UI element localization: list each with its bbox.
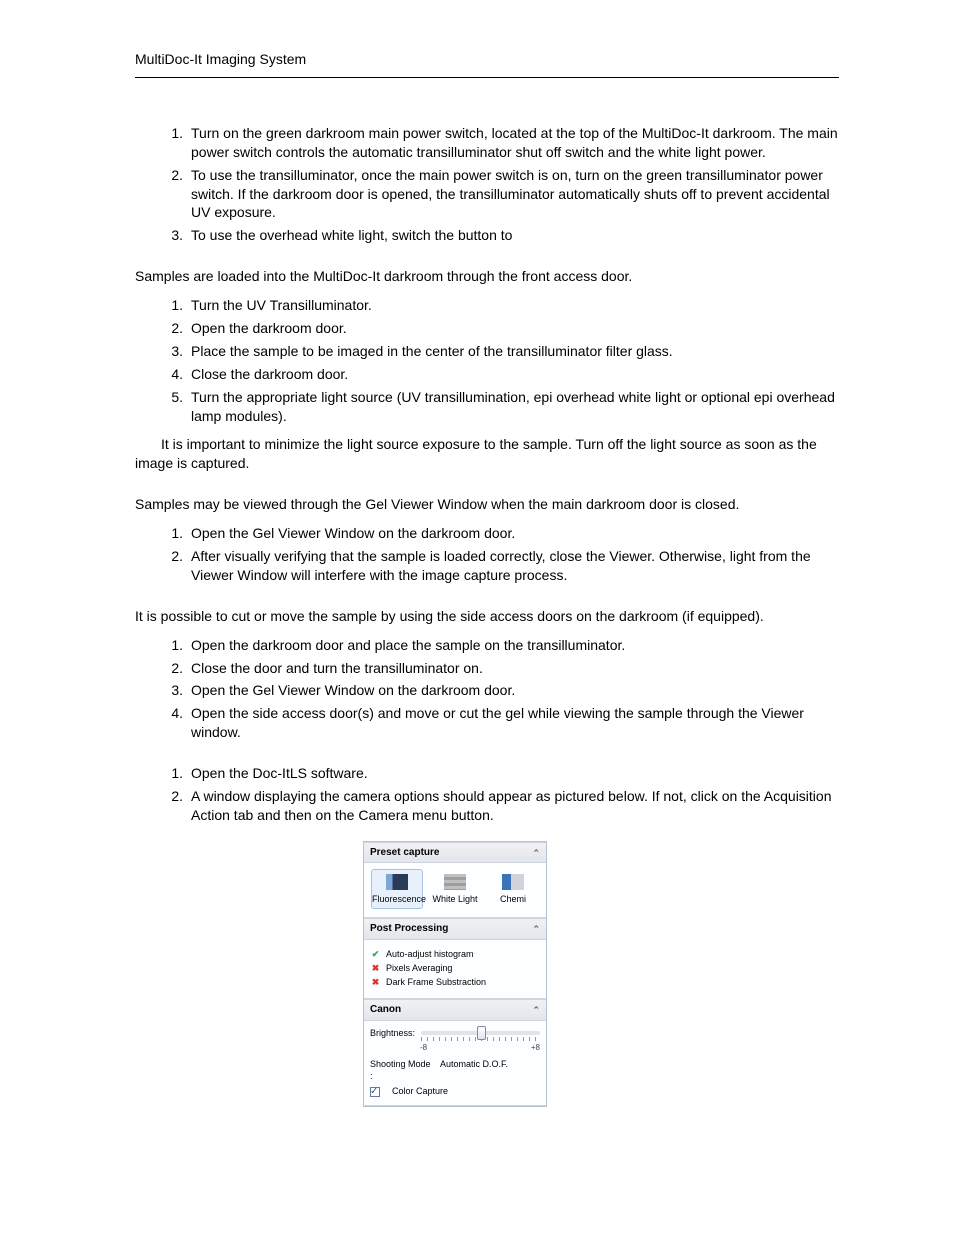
dark-frame-subtraction-toggle[interactable]: ✖ Dark Frame Substraction [370,976,540,988]
loading-note: It is important to minimize the light so… [135,435,839,473]
collapse-icon: ⌃ [532,923,540,935]
preset-capture-header[interactable]: Preset capture ⌃ [364,842,546,864]
list-item: 2.Close the door and turn the transillum… [161,659,839,678]
canon-header[interactable]: Canon ⌃ [364,999,546,1021]
loading-list: 1.Turn the UV Transilluminator. 2.Open t… [161,296,839,425]
color-capture-label: Color Capture [392,1085,448,1097]
white-light-icon [444,874,466,890]
list-item: 3.Open the Gel Viewer Window on the dark… [161,681,839,700]
capture-list: 1.Open the Doc-ItLS software. 2.A window… [161,764,839,825]
preset-capture-body: Fluorescence White Light Chemi [364,863,546,918]
chemi-icon [502,874,524,890]
list-item: 3.Place the sample to be imaged in the c… [161,342,839,361]
post-processing-body: ✔ Auto-adjust histogram ✖ Pixels Averagi… [364,940,546,999]
brightness-slider[interactable] [421,1031,540,1035]
x-icon: ✖ [370,976,381,988]
color-capture-checkbox[interactable] [370,1087,380,1097]
chemi-button[interactable]: Chemi [487,869,539,909]
power-list: 1.Turn on the green darkroom main power … [161,124,839,245]
gelviewer-list: 1.Open the Gel Viewer Window on the dark… [161,524,839,585]
header-left: MultiDoc-It Imaging System [135,50,306,69]
list-item: 5.Turn the appropriate light source (UV … [161,388,839,426]
page-header: MultiDoc-It Imaging System [135,50,839,78]
shooting-mode-label: Shooting Mode : [370,1058,432,1082]
check-icon: ✔ [370,948,381,960]
side-list: 1.Open the darkroom door and place the s… [161,636,839,742]
white-light-button[interactable]: White Light [429,869,481,909]
shooting-mode-value: Automatic D.O.F. [440,1058,508,1082]
collapse-icon: ⌃ [532,847,540,859]
camera-options-panel: Preset capture ⌃ Fluorescence White Ligh… [363,841,547,1107]
list-item: 4.Open the side access door(s) and move … [161,704,839,742]
brightness-label: Brightness: [370,1027,415,1039]
list-item: 1.Turn the UV Transilluminator. [161,296,839,315]
fluorescence-button[interactable]: Fluorescence [371,869,423,909]
list-item: 3.To use the overhead white light, switc… [161,226,839,245]
auto-adjust-histogram-toggle[interactable]: ✔ Auto-adjust histogram [370,948,540,960]
slider-thumb-icon [477,1026,486,1040]
list-item: 2.To use the transilluminator, once the … [161,166,839,223]
pixels-averaging-toggle[interactable]: ✖ Pixels Averaging [370,962,540,974]
list-item: 4.Close the darkroom door. [161,365,839,384]
fluorescence-icon [386,874,408,890]
post-processing-header[interactable]: Post Processing ⌃ [364,918,546,940]
list-item: 1.Turn on the green darkroom main power … [161,124,839,162]
gelviewer-intro: Samples may be viewed through the Gel Vi… [135,495,839,514]
canon-body: Brightness: -8 +8 Shooting Mode : Automa… [364,1021,546,1106]
x-icon: ✖ [370,962,381,974]
list-item: 2.After visually verifying that the samp… [161,547,839,585]
list-item: 2.Open the darkroom door. [161,319,839,338]
loading-intro: Samples are loaded into the MultiDoc-It … [135,267,839,286]
list-item: 1.Open the Doc-ItLS software. [161,764,839,783]
list-item: 1.Open the darkroom door and place the s… [161,636,839,655]
side-intro: It is possible to cut or move the sample… [135,607,839,626]
list-item: 1.Open the Gel Viewer Window on the dark… [161,524,839,543]
collapse-icon: ⌃ [532,1004,540,1016]
list-item: 2.A window displaying the camera options… [161,787,839,825]
